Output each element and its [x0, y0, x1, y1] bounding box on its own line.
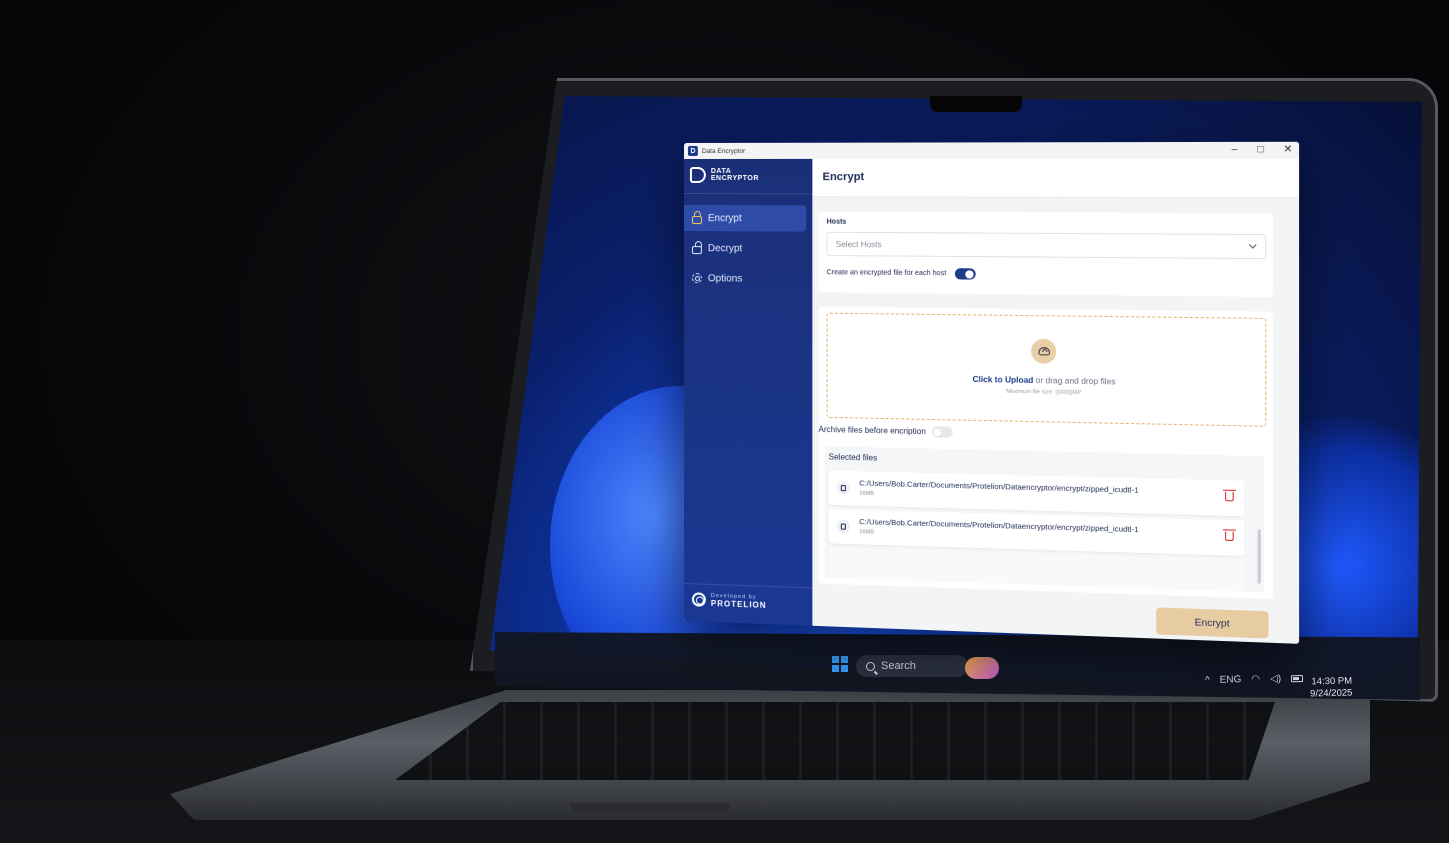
sidebar-item-label: Decrypt — [707, 242, 743, 254]
system-tray[interactable]: ^ ENG ◠ ◁) — [1205, 673, 1304, 686]
archive-row: Archive files before encription — [818, 424, 953, 438]
search-icon — [866, 661, 875, 671]
minimize-button[interactable]: – — [1232, 144, 1238, 156]
clock-time: 14:30 PM — [1311, 675, 1353, 688]
maximize-button[interactable]: □ — [1257, 144, 1264, 156]
file-size: 16MB — [859, 490, 874, 498]
files-card: Click to Upload or drag and drop files M… — [818, 306, 1273, 599]
sidebar-item-decrypt[interactable]: Decrypt — [684, 235, 806, 262]
main-content: Encrypt Hosts Select Hosts Create an enc… — [812, 158, 1300, 644]
sidebar-nav: Encrypt Decrypt Options — [684, 205, 812, 296]
data-encryptor-logo-icon — [689, 166, 706, 184]
sidebar-footer-divider — [684, 583, 813, 589]
developer-credit: Developed by PROTELION — [691, 591, 767, 610]
camera-notch — [930, 96, 1022, 112]
brand-line-2: ENCRYPTOR — [710, 175, 759, 183]
each-host-toggle[interactable] — [954, 268, 976, 280]
sidebar-item-label: Encrypt — [707, 212, 742, 224]
window-titlebar[interactable]: D Data Encryptor – □ ✕ — [684, 141, 1300, 159]
encrypt-button[interactable]: Encrypt — [1156, 607, 1269, 639]
file-size: 16MB — [859, 529, 874, 536]
archive-label: Archive files before encription — [818, 424, 926, 437]
delete-file-icon[interactable] — [1225, 531, 1234, 542]
upload-icon — [1031, 338, 1057, 364]
taskbar-search[interactable]: Search — [856, 655, 968, 677]
file-row: C:/Users/Bob.Carter/Documents/Protelion/… — [828, 470, 1245, 517]
data-encryptor-window: D Data Encryptor – □ ✕ DATA ENCRYPTOR En — [684, 141, 1300, 644]
protelion-logo-icon — [691, 592, 706, 607]
photo-scene: Search ^ ENG ◠ ◁) 14:30 PM 9/24/2025 D D… — [0, 0, 1449, 843]
hosts-label: Hosts — [826, 218, 847, 226]
taskbar-search-label: Search — [881, 660, 916, 672]
each-host-row: Create an encrypted file for each host — [826, 267, 976, 280]
file-path: C:/Users/Bob.Carter/Documents/Protelion/… — [859, 478, 1139, 495]
upload-drag-text: or drag and drop files — [1035, 375, 1116, 387]
window-title: Data Encryptor — [701, 147, 746, 155]
unlock-icon — [691, 246, 702, 255]
brand-line-1: DATA — [710, 168, 732, 176]
hosts-select[interactable]: Select Hosts — [826, 231, 1267, 260]
app-icon: D — [687, 145, 698, 156]
each-host-label: Create an encrypted file for each host — [826, 269, 947, 278]
page-header: Encrypt — [812, 158, 1300, 199]
hosts-select-placeholder: Select Hosts — [835, 239, 882, 249]
wifi-icon[interactable]: ◠ — [1251, 674, 1260, 685]
widgets-button[interactable] — [965, 657, 999, 679]
upload-dropzone[interactable]: Click to Upload or drag and drop files M… — [826, 312, 1267, 427]
clock-date: 9/24/2025 — [1310, 687, 1353, 700]
lock-icon — [691, 216, 702, 225]
sidebar-divider — [684, 193, 813, 195]
developer-credit-name: PROTELION — [710, 598, 767, 610]
hosts-card: Hosts Select Hosts Create an encrypted f… — [818, 211, 1273, 297]
sidebar-item-encrypt[interactable]: Encrypt — [684, 205, 807, 232]
laptop-keyboard — [395, 702, 1275, 780]
file-path: C:/Users/Bob.Carter/Documents/Protelion/… — [859, 516, 1139, 535]
file-icon — [836, 519, 850, 533]
click-to-upload-link[interactable]: Click to Upload — [972, 375, 1033, 385]
windows-logo-icon — [832, 656, 839, 663]
taskbar-clock[interactable]: 14:30 PM 9/24/2025 — [1310, 676, 1353, 701]
files-scrollbar[interactable] — [1257, 529, 1261, 584]
file-icon — [836, 480, 850, 495]
gear-icon — [691, 273, 702, 284]
delete-file-icon[interactable] — [1225, 491, 1234, 502]
brand-logo: DATA ENCRYPTOR — [689, 166, 759, 184]
battery-icon[interactable] — [1291, 674, 1304, 683]
page-title: Encrypt — [822, 171, 865, 184]
sidebar-item-options[interactable]: Options — [684, 265, 806, 292]
selected-files-title: Selected files — [828, 452, 878, 463]
sidebar-item-label: Options — [707, 272, 743, 285]
chevron-down-icon — [1248, 241, 1257, 249]
selected-files-panel: Selected files C:/Users/Bob.Carter/Docum… — [824, 446, 1265, 593]
start-button[interactable] — [832, 656, 848, 672]
tray-overflow-icon[interactable]: ^ — [1205, 675, 1210, 686]
archive-toggle[interactable] — [932, 426, 953, 438]
close-button[interactable]: ✕ — [1283, 144, 1292, 156]
volume-icon[interactable]: ◁) — [1270, 673, 1281, 684]
laptop-trackpad-edge — [570, 803, 730, 813]
language-indicator[interactable]: ENG — [1220, 674, 1242, 685]
sidebar: DATA ENCRYPTOR Encrypt Decrypt Options D… — [684, 158, 813, 626]
